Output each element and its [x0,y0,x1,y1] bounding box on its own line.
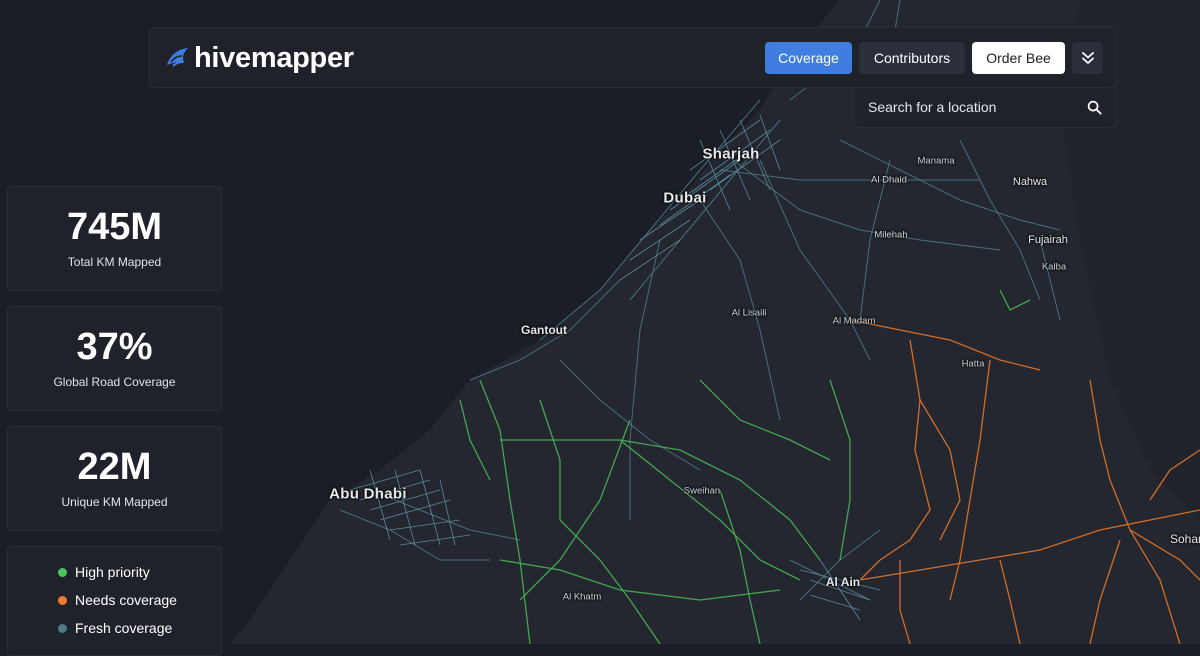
place-label-al-ain[interactable]: Al Ain [826,575,860,589]
place-label-manama[interactable]: Manama [918,156,955,167]
legend-dot [58,567,67,577]
place-label-fujairah[interactable]: Fujairah [1028,234,1068,246]
place-label-milehah[interactable]: Milehah [874,230,907,241]
stat-label: Total KM Mapped [67,255,162,269]
legend-label: Fresh coverage [75,620,173,636]
expand-menu-button[interactable] [1072,42,1103,74]
top-bar: hivemapper Coverage Contributors Order B… [149,27,1117,88]
map-legend: High priority Needs coverage Fresh cover… [7,546,222,656]
legend-label: Needs coverage [75,592,177,608]
legend-dot [58,623,67,633]
stat-value: 745M [66,206,163,248]
place-label-kalba[interactable]: Kalba [1042,262,1066,273]
place-label-nahwa[interactable]: Nahwa [1013,176,1047,188]
stat-label: Unique KM Mapped [61,495,168,509]
place-label-sohar[interactable]: Sohar [1170,532,1200,546]
place-label-al-lisaili[interactable]: Al Lisaili [732,308,767,319]
place-label-hatta[interactable]: Hatta [962,359,985,370]
bee-icon [167,48,188,67]
search-input[interactable] [868,88,1078,126]
legend-item-fresh-coverage: Fresh coverage [58,620,172,636]
contributors-button[interactable]: Contributors [859,42,965,74]
logo[interactable]: hivemapper [164,40,354,76]
place-label-al-dhaid[interactable]: Al Dhaid [871,175,907,186]
place-label-dubai[interactable]: Dubai [663,190,706,207]
stat-card-global-coverage: 37% Global Road Coverage [7,306,222,411]
order-bee-button[interactable]: Order Bee [972,42,1065,74]
place-label-sweihan[interactable]: Sweihan [684,486,720,497]
legend-item-needs-coverage: Needs coverage [58,592,177,608]
stat-value: 37% [76,326,153,368]
place-label-gantout[interactable]: Gantout [521,323,567,337]
legend-label: High priority [75,564,150,580]
legend-dot [58,595,67,605]
stat-card-total-km: 745M Total KM Mapped [7,186,222,291]
place-label-al-khatm[interactable]: Al Khatm [563,592,602,603]
place-label-al-madam[interactable]: Al Madam [833,316,876,327]
place-label-abu-dhabi[interactable]: Abu Dhabi [329,486,407,503]
location-search [854,88,1117,128]
stat-label: Global Road Coverage [53,375,176,389]
double-chevron-down-icon [1081,52,1094,64]
legend-item-high-priority: High priority [58,564,150,580]
brand-name: hivemapper [194,41,354,74]
place-label-sharjah[interactable]: Sharjah [702,146,759,163]
coverage-button[interactable]: Coverage [765,42,852,74]
search-icon[interactable] [1087,100,1102,115]
stat-value: 22M [77,446,152,488]
stat-card-unique-km: 22M Unique KM Mapped [7,426,222,531]
